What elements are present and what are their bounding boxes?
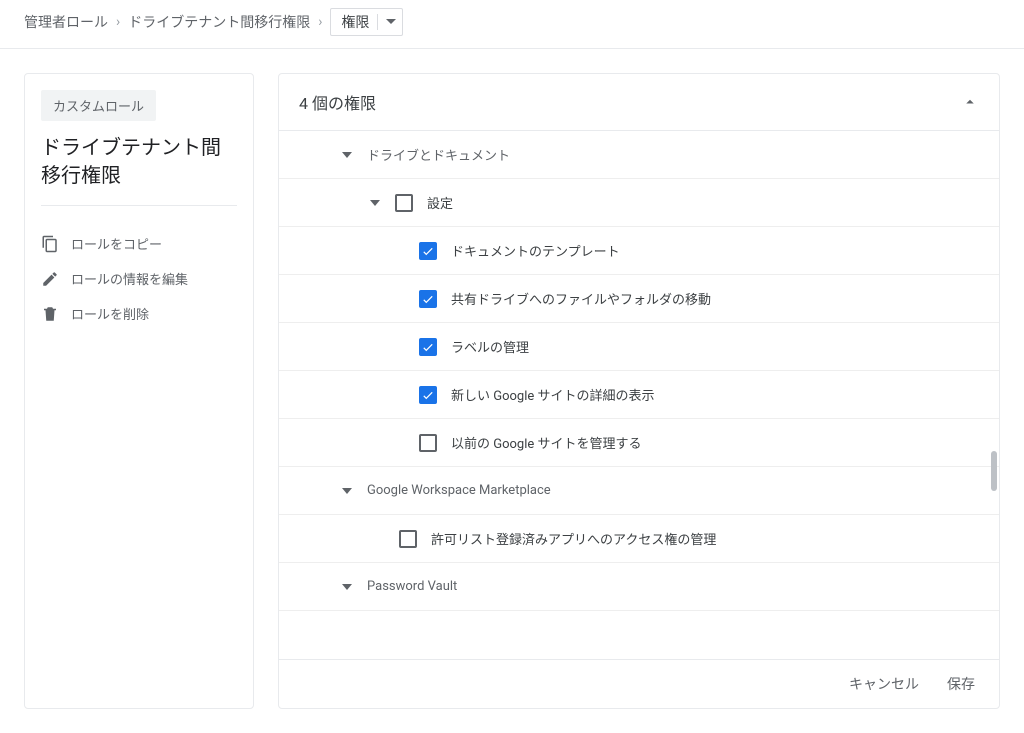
group-label: ドライブとドキュメント (367, 145, 510, 164)
perm-allowlist-apps[interactable]: 許可リスト登録済みアプリへのアクセス権の管理 (279, 515, 999, 563)
tree-row-empty (279, 611, 999, 659)
perm-shared-drive-move[interactable]: 共有ドライブへのファイルやフォルダの移動 (279, 275, 999, 323)
copy-role-label: ロールをコピー (71, 234, 162, 253)
chevron-up-icon (961, 93, 979, 111)
save-button[interactable]: 保存 (947, 674, 975, 694)
perm-label-management[interactable]: ラベルの管理 (279, 323, 999, 371)
edit-role-label: ロールの情報を編集 (71, 269, 188, 288)
perm-label: ドキュメントのテンプレート (451, 241, 620, 260)
breadcrumb-separator: › (116, 14, 120, 30)
role-type-badge: カスタムロール (41, 90, 156, 121)
edit-role-button[interactable]: ロールの情報を編集 (41, 261, 237, 296)
expand-toggle[interactable] (335, 575, 359, 599)
breadcrumb-tab-dropdown[interactable]: 権限 (330, 8, 403, 36)
trash-icon (41, 305, 59, 323)
delete-role-label: ロールを削除 (71, 304, 149, 323)
perm-old-sites-manage[interactable]: 以前の Google サイトを管理する (279, 419, 999, 467)
permissions-panel: 4 個の権限 ドライブとドキュメント 設定 ドキュメントのテンプレート 共有ドラ… (278, 73, 1000, 709)
breadcrumb-role-name[interactable]: ドライブテナント間移行権限 (128, 12, 310, 32)
perm-doc-templates[interactable]: ドキュメントのテンプレート (279, 227, 999, 275)
copy-icon (41, 235, 59, 253)
perm-label: 新しい Google サイトの詳細の表示 (451, 385, 655, 404)
checkbox-unchecked[interactable] (419, 434, 437, 452)
expand-toggle[interactable] (335, 479, 359, 503)
group-drive-and-docs[interactable]: ドライブとドキュメント (279, 131, 999, 179)
group-password-vault[interactable]: Password Vault (279, 563, 999, 611)
group-settings[interactable]: 設定 (279, 179, 999, 227)
copy-role-button[interactable]: ロールをコピー (41, 226, 237, 261)
checkbox-checked[interactable] (419, 242, 437, 260)
scrollbar-thumb[interactable] (991, 451, 997, 491)
panel-title: 4 個の権限 (299, 90, 376, 114)
cancel-button[interactable]: キャンセル (849, 674, 919, 694)
perm-label: 許可リスト登録済みアプリへのアクセス権の管理 (431, 529, 716, 548)
panel-header[interactable]: 4 個の権限 (279, 74, 999, 131)
checkbox-checked[interactable] (419, 338, 437, 356)
perm-label: 共有ドライブへのファイルやフォルダの移動 (451, 289, 711, 308)
pencil-icon (41, 270, 59, 288)
checkbox-unchecked[interactable] (395, 194, 413, 212)
checkbox-checked[interactable] (419, 386, 437, 404)
perm-label: ラベルの管理 (451, 337, 529, 356)
perm-new-sites-detail[interactable]: 新しい Google サイトの詳細の表示 (279, 371, 999, 419)
breadcrumb: 管理者ロール › ドライブテナント間移行権限 › 権限 (0, 0, 1024, 44)
breadcrumb-dropdown-label: 権限 (341, 12, 369, 32)
group-label: Google Workspace Marketplace (367, 483, 551, 498)
expand-toggle[interactable] (363, 191, 387, 215)
delete-role-button[interactable]: ロールを削除 (41, 296, 237, 331)
group-label: Password Vault (367, 579, 457, 594)
group-marketplace[interactable]: Google Workspace Marketplace (279, 467, 999, 515)
panel-footer: キャンセル 保存 (279, 659, 999, 708)
role-side-card: カスタムロール ドライブテナント間移行権限 ロールをコピー ロールの情報を編集 … (24, 73, 254, 709)
checkbox-checked[interactable] (419, 290, 437, 308)
breadcrumb-separator: › (318, 14, 322, 30)
checkbox-unchecked[interactable] (399, 530, 417, 548)
chevron-down-icon (386, 17, 396, 27)
permissions-tree[interactable]: ドライブとドキュメント 設定 ドキュメントのテンプレート 共有ドライブへのファイ… (279, 131, 999, 659)
breadcrumb-admin-roles[interactable]: 管理者ロール (24, 12, 108, 32)
group-label: 設定 (427, 193, 453, 212)
perm-label: 以前の Google サイトを管理する (451, 433, 642, 452)
role-title: ドライブテナント間移行権限 (41, 133, 237, 206)
expand-toggle[interactable] (335, 143, 359, 167)
